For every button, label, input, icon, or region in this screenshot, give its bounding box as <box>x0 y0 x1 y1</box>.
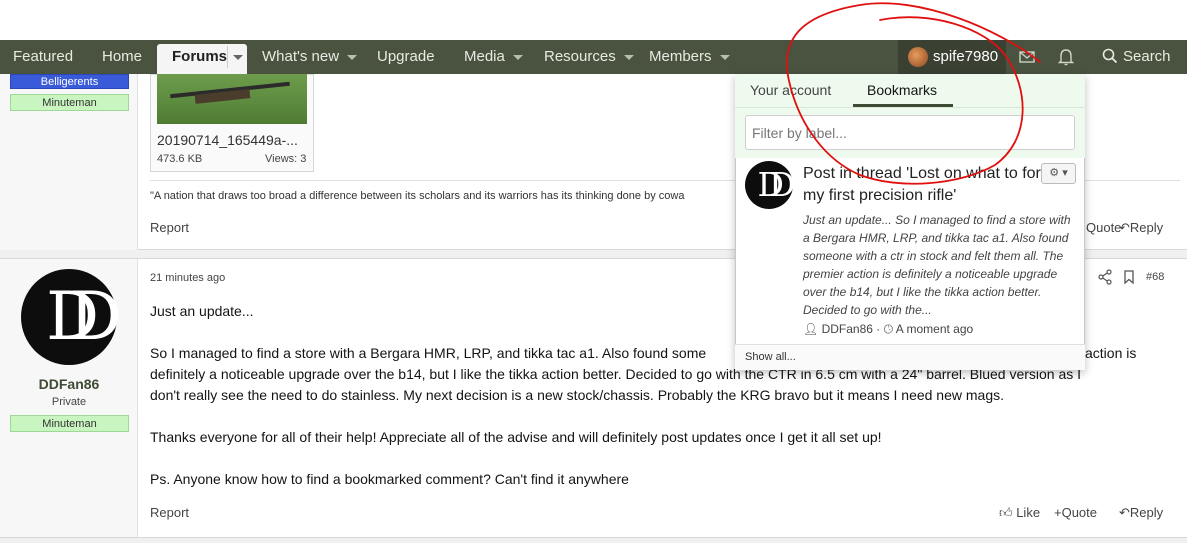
user-badge-minuteman: Minuteman <box>10 94 129 111</box>
bookmark-time: A moment ago <box>895 322 974 336</box>
bookmark-meta: 👤︎ DDFan86 · 🕓︎ A moment ago <box>803 322 973 337</box>
like-label: Like <box>1016 505 1041 520</box>
nav-forums[interactable]: Forums <box>172 40 227 74</box>
bookmark-options-button[interactable]: ⚙ ▾ <box>1041 163 1076 184</box>
quote-label: Quote <box>1061 505 1098 520</box>
nav-username[interactable]: spife7980 <box>933 40 998 74</box>
chevron-down-icon[interactable] <box>512 54 523 60</box>
share-icon[interactable] <box>1098 264 1112 290</box>
avatar[interactable]: DD <box>21 269 122 365</box>
avatar-monogram: DD <box>46 278 122 355</box>
post-text-line: So I managed to find a store with a Berg… <box>150 345 707 361</box>
attachment-name[interactable]: 20190714_165449a-... <box>157 132 298 148</box>
nav-members[interactable]: Members <box>649 40 730 74</box>
post-author-rank: Private <box>51 396 87 408</box>
like-icon: 👍︎ <box>999 505 1017 520</box>
post-text-line: action is <box>1085 345 1137 361</box>
search-icon <box>1102 48 1118 64</box>
top-whitespace <box>0 0 1187 40</box>
chevron-down-icon[interactable] <box>347 54 358 60</box>
bookmark-filter-input[interactable] <box>745 115 1075 150</box>
tab-bookmarks[interactable]: Bookmarks <box>867 82 937 98</box>
show-all-link[interactable]: Show all... <box>745 351 796 363</box>
nav-featured[interactable]: Featured <box>13 40 73 74</box>
reply-button[interactable]: ↶Reply <box>1119 505 1163 521</box>
reply-button[interactable]: ↶Reply <box>1119 220 1163 236</box>
bookmark-icon[interactable] <box>1123 264 1135 290</box>
bookmark-title[interactable]: Post in thread 'Lost on what to for my f… <box>803 163 1043 207</box>
chevron-down-icon[interactable] <box>719 54 730 60</box>
bookmark-snippet[interactable]: Just an update... So I managed to find a… <box>803 211 1078 319</box>
quote-button[interactable]: +Quote <box>1054 505 1097 520</box>
attachment-size: 473.6 KB <box>157 153 203 165</box>
avatar[interactable]: DD <box>745 161 796 209</box>
user-badge-minuteman: Minuteman <box>10 415 129 432</box>
quote-button[interactable]: Quote <box>1086 220 1121 235</box>
bookmark-author[interactable]: DDFan86 <box>822 322 873 336</box>
post-number[interactable]: #68 <box>1146 271 1164 283</box>
chevron-down-icon: ▾ <box>1059 167 1068 179</box>
post-text-line: Just an update... <box>150 303 254 319</box>
report-link[interactable]: Report <box>150 220 189 235</box>
plus-icon: + <box>1054 505 1062 520</box>
gear-icon: ⚙ <box>1049 167 1060 179</box>
reply-label: Reply <box>1129 220 1164 235</box>
avatar[interactable] <box>908 47 928 67</box>
nav-whats-new-label: What's new <box>262 48 340 65</box>
post-text-line: Ps. Anyone know how to find a bookmarked… <box>150 471 629 487</box>
post-text-line: Thanks everyone for all of their help! A… <box>150 429 882 445</box>
nav-forums-divider <box>227 46 228 68</box>
signature-text: "A nation that draws too broad a differe… <box>150 190 685 202</box>
tab-your-account[interactable]: Your account <box>750 82 831 98</box>
chevron-down-icon[interactable] <box>233 55 243 60</box>
post-author-name[interactable]: DDFan86 <box>0 376 138 392</box>
reply-label: Reply <box>1129 505 1164 520</box>
search-button[interactable]: Search <box>1102 40 1171 74</box>
reply-icon: ↶ <box>1119 505 1130 520</box>
nav-media[interactable]: Media <box>464 40 523 74</box>
nav-home[interactable]: Home <box>102 40 142 74</box>
nav-resources-label: Resources <box>544 48 616 65</box>
nav-resources[interactable]: Resources <box>544 40 634 74</box>
attachment-views: Views: 3 <box>265 153 307 165</box>
post-text-line: don't really see the need to do stainles… <box>150 387 1005 403</box>
clock-icon: 🕓︎ <box>883 322 894 336</box>
post-timestamp[interactable]: 21 minutes ago <box>150 272 225 284</box>
reply-icon: ↶ <box>1119 220 1130 235</box>
nav-whats-new[interactable]: What's new <box>262 40 358 74</box>
search-label: Search <box>1123 48 1171 65</box>
report-link[interactable]: Report <box>150 505 189 520</box>
nav-upgrade[interactable]: Upgrade <box>377 40 435 74</box>
active-tab-indicator <box>853 104 953 107</box>
user-badge-belligerents: Belligerents <box>10 74 129 89</box>
avatar-monogram: DD <box>757 165 796 204</box>
nav-members-label: Members <box>649 48 712 65</box>
meta-separator: · <box>876 322 884 336</box>
bell-icon[interactable] <box>1057 40 1075 74</box>
nav-media-label: Media <box>464 48 505 65</box>
user-icon: 👤︎ <box>803 322 819 336</box>
like-button[interactable]: 👍︎ Like <box>999 505 1040 521</box>
envelope-icon[interactable] <box>1019 40 1035 74</box>
chevron-down-icon[interactable] <box>623 54 634 60</box>
